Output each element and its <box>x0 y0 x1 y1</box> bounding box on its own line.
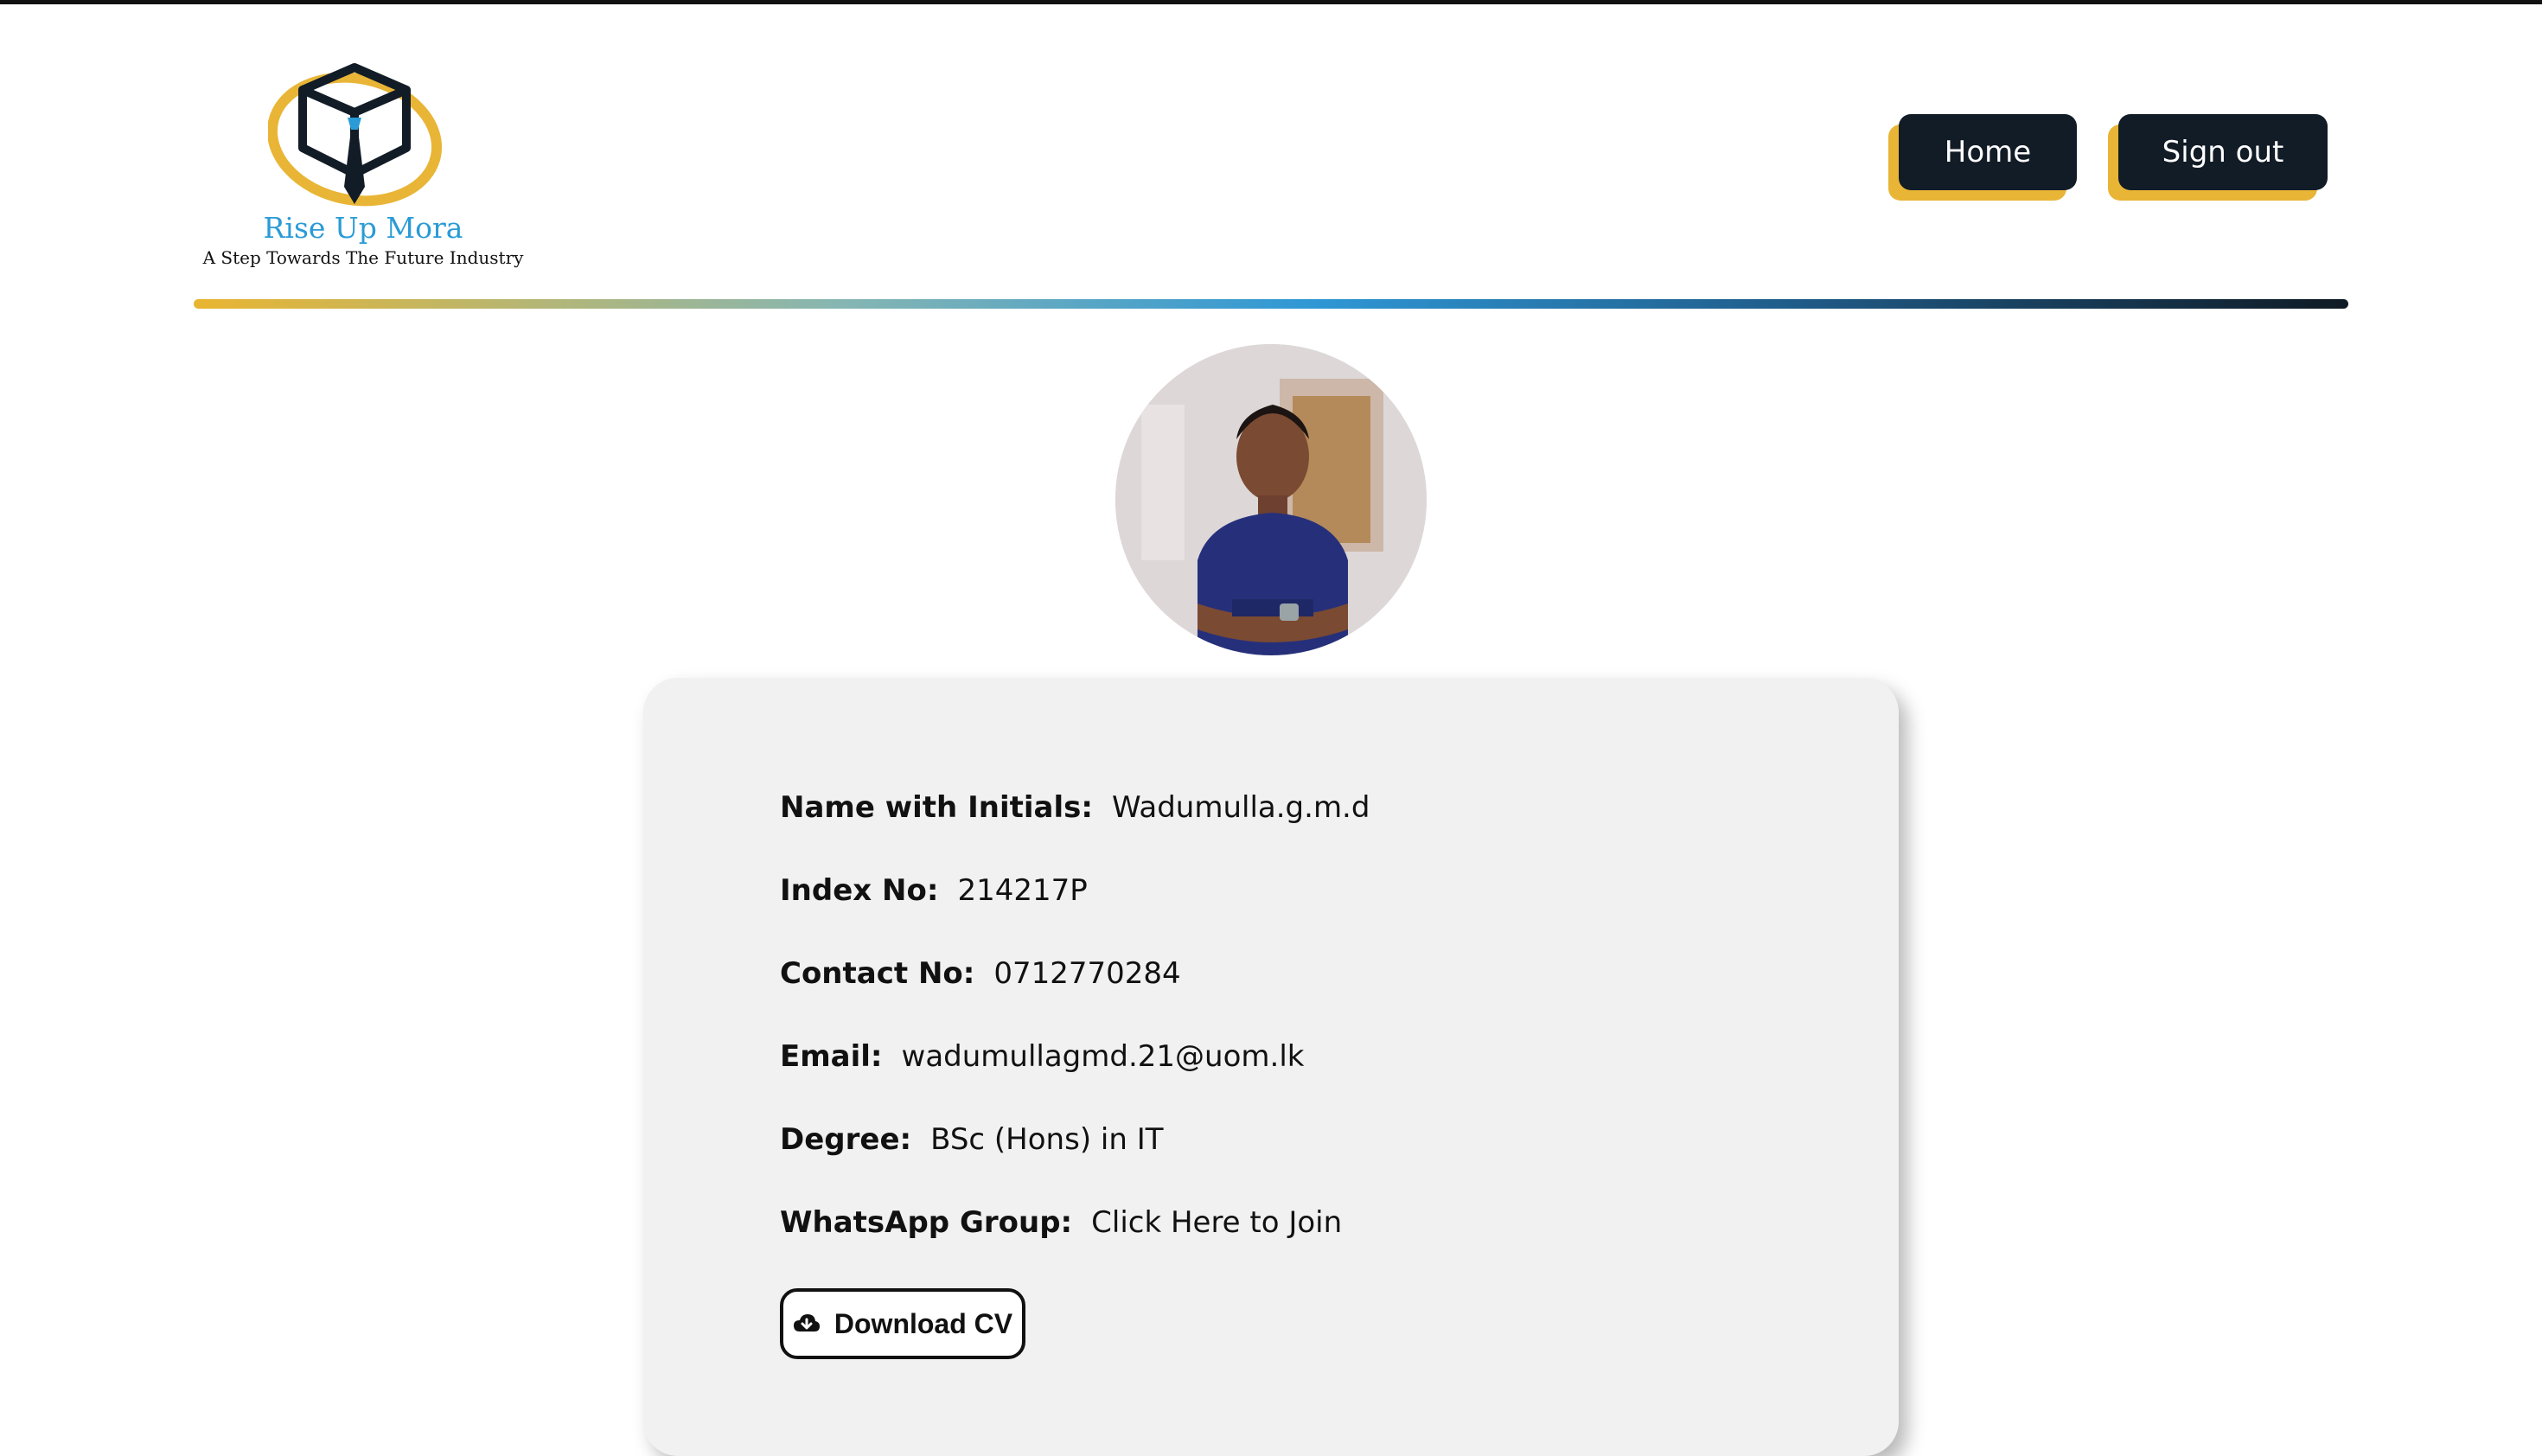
field-label: Index No: <box>780 873 939 908</box>
field-name-row: Name with Initials: Wadumulla.g.m.d <box>780 790 1370 825</box>
field-index-row: Index No: 214217P <box>780 873 1088 908</box>
whatsapp-join-link[interactable]: Click Here to Join <box>1091 1205 1342 1240</box>
avatar-photo <box>1115 344 1427 655</box>
sign-out-button[interactable]: Sign out <box>2108 114 2328 201</box>
logo-icon <box>268 63 443 207</box>
brand-name: Rise Up Mora <box>263 211 463 245</box>
field-value: wadumullagmd.21@uom.lk <box>901 1039 1305 1074</box>
download-cv-label: Download CV <box>833 1307 1013 1339</box>
home-button-label: Home <box>1899 114 2077 190</box>
field-value: BSc (Hons) in IT <box>930 1122 1164 1157</box>
field-value: Wadumulla.g.m.d <box>1111 790 1370 825</box>
header-divider <box>194 299 2348 309</box>
field-value: 214217P <box>957 873 1088 908</box>
brand-logo[interactable]: Rise Up Mora A Step Towards The Future I… <box>199 57 527 282</box>
sign-out-button-label: Sign out <box>2118 114 2328 190</box>
top-border <box>0 0 2542 4</box>
field-degree-row: Degree: BSc (Hons) in IT <box>780 1122 1164 1157</box>
cloud-download-icon <box>793 1314 820 1331</box>
field-label: WhatsApp Group: <box>780 1205 1073 1240</box>
profile-card: Name with Initials: Wadumulla.g.m.d Index… <box>643 678 1899 1456</box>
field-email-row: Email: wadumullagmd.21@uom.lk <box>780 1039 1304 1074</box>
home-button[interactable]: Home <box>1888 114 2077 201</box>
download-cv-button[interactable]: Download CV <box>780 1288 1025 1359</box>
field-whatsapp-row: WhatsApp Group: Click Here to Join <box>780 1205 1342 1240</box>
field-contact-row: Contact No: 0712770284 <box>780 956 1181 991</box>
field-label: Email: <box>780 1039 883 1074</box>
brand-tagline: A Step Towards The Future Industry <box>202 247 524 268</box>
field-value: 0712770284 <box>993 956 1181 991</box>
field-label: Name with Initials: <box>780 790 1093 825</box>
field-label: Degree: <box>780 1122 912 1157</box>
profile-avatar <box>1115 344 1427 655</box>
field-label: Contact No: <box>780 956 975 991</box>
